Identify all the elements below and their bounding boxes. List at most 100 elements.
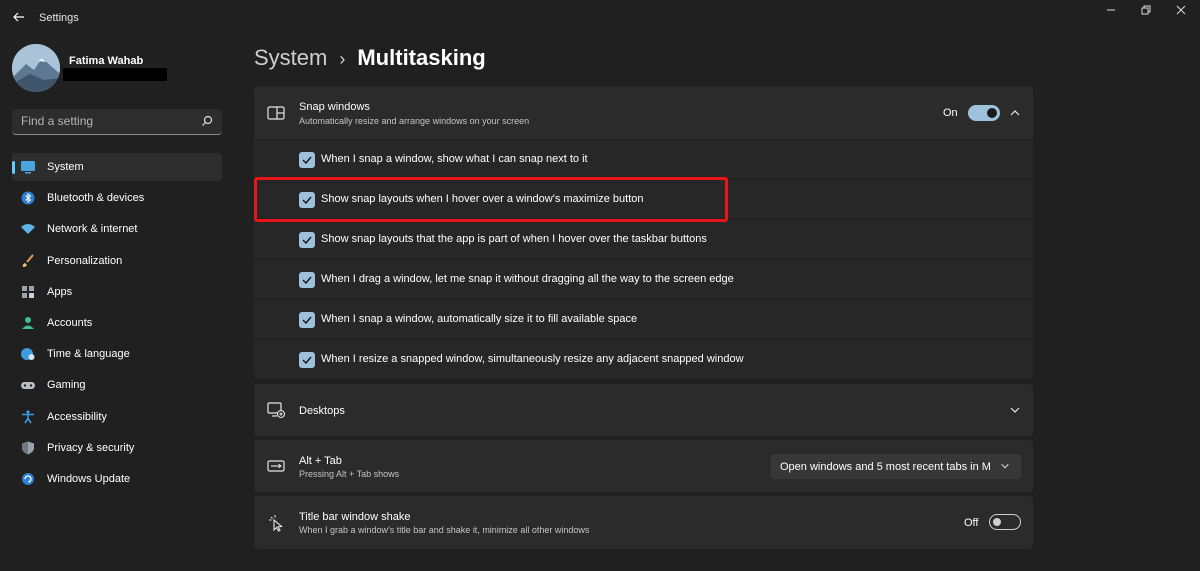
sidebar-item-label: Time & language [47,348,130,361]
alt-tab-card: Alt + Tab Pressing Alt + Tab shows Open … [254,440,1033,492]
breadcrumb-separator: › [339,49,346,69]
restore-icon [1141,5,1151,15]
user-name: Fatima Wahab [69,55,144,67]
wifi-icon [21,224,35,235]
snap-option-checkbox[interactable] [299,272,315,288]
snap-option-label: When I drag a window, let me snap it wit… [321,273,734,285]
maximize-button[interactable] [1131,4,1161,20]
snap-option-checkbox[interactable] [299,352,315,368]
shake-toggle-label: Off [964,517,979,529]
snap-layout-icon [267,106,285,120]
snap-toggle-label: On [943,107,958,119]
cursor-shake-icon [269,515,283,532]
sidebar-item-apps[interactable]: Apps [12,278,222,306]
sidebar-item-label: Bluetooth & devices [47,192,145,205]
sidebar-item-label: Accounts [47,316,93,329]
person-icon [22,316,34,329]
sidebar-item-label: Accessibility [47,410,107,423]
snap-windows-toggle[interactable] [968,105,1000,121]
alt-tab-dropdown[interactable]: Open windows and 5 most recent tabs in M [771,454,1021,479]
sidebar-item-label: Privacy & security [47,441,135,454]
minimize-icon [1107,9,1115,11]
snap-option-label: Show snap layouts that the app is part o… [321,233,707,245]
sidebar-item-privacy-security[interactable]: Privacy & security [12,434,222,462]
sidebar-item-accounts[interactable]: Accounts [12,309,222,337]
sidebar-item-accessibility[interactable]: Accessibility [12,403,222,431]
sidebar-item-label: System [47,161,84,173]
snap-option-row[interactable]: When I drag a window, let me snap it wit… [254,260,1033,298]
snap-windows-title: Snap windows [299,101,370,113]
snap-option-row[interactable]: When I snap a window, automatically size… [254,300,1033,338]
snap-option-label: When I snap a window, automatically size… [321,313,638,325]
sidebar-item-windows-update[interactable]: Windows Update [12,465,222,493]
desktops-card[interactable]: Desktops [254,384,1033,436]
sidebar-item-network[interactable]: Network & internet [12,215,222,243]
breadcrumb-parent[interactable]: System [254,45,327,70]
virtual-desktops-icon [267,402,285,419]
title-bar: Settings [0,0,1200,36]
sidebar-item-label: Windows Update [47,472,131,485]
update-icon [22,472,34,485]
globe-clock-icon [21,348,35,361]
snap-option-row[interactable]: When I resize a snapped window, simultan… [254,340,1033,379]
search-icon[interactable] [201,115,213,127]
snap-option-label: When I resize a snapped window, simultan… [321,353,744,365]
desktops-title: Desktops [299,405,345,417]
sidebar-item-personalization[interactable]: Personalization [12,247,222,275]
app-title: Settings [39,12,79,24]
back-button[interactable] [12,10,26,26]
snap-windows-card[interactable]: Snap windows Automatically resize and ar… [254,86,1033,139]
close-icon [1176,5,1186,15]
alt-tab-subtitle: Pressing Alt + Tab shows [299,469,400,479]
chevron-down-icon [1001,463,1009,469]
accessibility-icon [22,409,34,423]
back-arrow-icon [13,12,24,22]
page-title: Multitasking [357,45,486,70]
sidebar-item-gaming[interactable]: Gaming [12,371,222,399]
gamepad-icon [21,382,35,390]
alt-tab-title: Alt + Tab [299,455,342,467]
snap-option-label: When I snap a window, show what I can sn… [321,153,588,165]
shake-title: Title bar window shake [299,511,411,523]
highlight-annotation [254,177,728,222]
shield-icon [22,441,34,455]
breadcrumb: System › Multitasking [254,45,486,71]
alt-tab-selected-value: Open windows and 5 most recent tabs in M [780,461,991,473]
shake-subtitle: When I grab a window's title bar and sha… [299,525,590,535]
snap-option-row[interactable]: Show snap layouts that the app is part o… [254,220,1033,258]
shake-toggle[interactable] [989,514,1021,530]
toggle-knob [993,518,1001,526]
snap-option-checkbox[interactable] [299,232,315,248]
sidebar-item-bluetooth[interactable]: Bluetooth & devices [12,184,222,212]
avatar-image [12,44,60,92]
chevron-down-icon[interactable] [1009,404,1021,416]
sidebar-item-system[interactable]: System [12,153,222,181]
sidebar-item-label: Apps [47,285,73,298]
minimize-button[interactable] [1096,4,1126,20]
checkmark-icon [302,236,312,245]
sidebar: Fatima Wahab System Bluetooth & devices … [0,36,234,571]
snap-option-checkbox[interactable] [299,152,315,168]
snap-option-checkbox[interactable] [299,312,315,328]
checkmark-icon [302,276,312,285]
sidebar-item-label: Personalization [47,254,123,267]
close-button[interactable] [1166,4,1196,20]
apps-icon [22,285,34,298]
search-input[interactable] [12,109,192,133]
checkmark-icon [302,356,312,365]
search-box[interactable] [12,109,222,135]
sidebar-item-time-language[interactable]: Time & language [12,340,222,368]
checkmark-icon [302,156,312,165]
avatar[interactable] [12,44,60,92]
snap-windows-subtitle: Automatically resize and arrange windows… [299,116,530,126]
checkmark-icon [302,316,312,325]
keyboard-icon [267,460,285,472]
brush-icon [22,253,34,267]
title-bar-shake-card: Title bar window shake When I grab a win… [254,496,1033,549]
chevron-up-icon[interactable] [1009,107,1021,119]
monitor-icon [21,161,35,174]
snap-option-row[interactable]: When I snap a window, show what I can sn… [254,140,1033,178]
sidebar-item-label: Network & internet [47,223,138,236]
toggle-knob [987,108,997,118]
sidebar-item-label: Gaming [47,379,86,392]
